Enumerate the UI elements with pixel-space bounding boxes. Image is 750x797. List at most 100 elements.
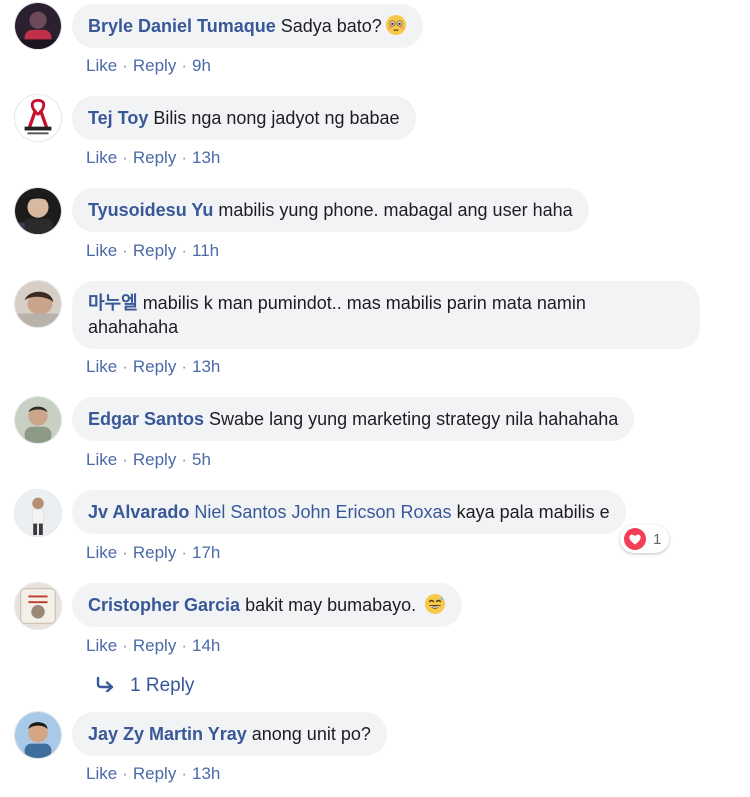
comment-actions: Like · Reply · 13h [86, 764, 220, 784]
separator: · [181, 543, 187, 562]
comment-actions: Like · Reply · 13h [86, 148, 220, 168]
reply-link[interactable]: Reply [133, 764, 176, 783]
comment-bubble: Tej Toy Bilis nga nong jadyot ng babae [72, 96, 416, 140]
avatar[interactable] [14, 187, 62, 235]
separator: · [181, 764, 187, 783]
comment-actions: Like · Reply · 9h [86, 56, 211, 76]
comment-text: Sadya bato? [280, 16, 382, 36]
comment-bubble: 마누엘 mabilis k man pumindot.. mas mabilis … [72, 281, 700, 349]
reaction-count: 1 [653, 530, 662, 548]
reply-link[interactable]: Reply [133, 450, 176, 469]
comment-text: mabilis k man pumindot.. mas mabilis par… [142, 293, 586, 313]
avatar-photo [15, 3, 61, 49]
comment-text: kaya pala mabilis e [456, 502, 610, 522]
view-replies-label: 1 Reply [130, 675, 195, 696]
avatar[interactable] [14, 396, 62, 444]
avatar[interactable] [14, 2, 62, 50]
avatar-photo [15, 281, 61, 327]
separator: · [122, 56, 128, 75]
reaction-summary[interactable]: 1 [620, 525, 670, 553]
comment-author[interactable]: Tyusoidesu Yu [88, 200, 213, 220]
comment-actions: Like · Reply · 17h [86, 543, 220, 563]
comment-bubble: Bryle Daniel Tumaque Sadya bato? [72, 4, 423, 48]
separator: · [181, 56, 187, 75]
comment-author[interactable]: Jay Zy Martin Yray [88, 724, 247, 744]
like-link[interactable]: Like [86, 636, 117, 655]
reply-link[interactable]: Reply [133, 56, 176, 75]
comment-timestamp[interactable]: 11h [192, 241, 219, 260]
avatar[interactable] [14, 280, 62, 328]
comment-bubble: Tyusoidesu Yu mabilis yung phone. mabagal… [72, 188, 589, 232]
separator: · [181, 241, 187, 260]
like-link[interactable]: Like [86, 357, 117, 376]
avatar-photo [15, 188, 61, 234]
separator: · [181, 450, 187, 469]
grinning-sweat-emoji-icon [424, 593, 446, 615]
avatar[interactable] [14, 489, 62, 537]
comment-timestamp[interactable]: 13h [192, 764, 220, 783]
comment-text: mabilis yung phone. mabagal ang user hah… [218, 200, 573, 220]
comment-text: anong unit po? [251, 724, 371, 744]
reply-link[interactable]: Reply [133, 543, 176, 562]
comment-text: Swabe lang yung marketing strategy nila … [209, 409, 619, 429]
separator: · [122, 543, 128, 562]
avatar-photo [15, 397, 61, 443]
separator: · [122, 357, 128, 376]
separator: · [122, 148, 128, 167]
separator: · [181, 148, 187, 167]
comment-text: bakit may bumabayo. [245, 595, 417, 615]
reply-link[interactable]: Reply [133, 636, 176, 655]
comment-bubble: Jay Zy Martin Yray anong unit po? [72, 712, 387, 756]
comment-bubble: Cristopher Garcia bakit may bumabayo. [72, 583, 463, 627]
comment-timestamp[interactable]: 13h [192, 148, 220, 167]
flushed-face-emoji-icon [385, 14, 407, 36]
like-link[interactable]: Like [86, 56, 117, 75]
reply-link[interactable]: Reply [133, 241, 176, 260]
comment-author[interactable]: Bryle Daniel Tumaque [88, 16, 276, 36]
separator: · [181, 636, 187, 655]
comment-text-continued: ahahahaha [88, 317, 179, 337]
avatar[interactable] [14, 94, 62, 142]
separator: · [122, 450, 128, 469]
avatar[interactable] [14, 711, 62, 759]
mention-link[interactable]: John Ericson Roxas [291, 502, 451, 522]
comment-thread: Bryle Daniel Tumaque Sadya bato? Like · Rep… [0, 0, 750, 797]
like-link[interactable]: Like [86, 764, 117, 783]
like-link[interactable]: Like [86, 148, 117, 167]
comment-bubble: Jv Alvarado Niel Santos John Ericson Roxa… [72, 490, 626, 534]
separator: · [122, 636, 128, 655]
separator: · [122, 241, 128, 260]
like-link[interactable]: Like [86, 450, 117, 469]
avatar-photo [15, 583, 61, 629]
comment-author[interactable]: Jv Alvarado [88, 502, 189, 522]
comment-author[interactable]: Tej Toy [88, 108, 148, 128]
comment-actions: Like · Reply · 13h [86, 357, 220, 377]
avatar-photo [15, 712, 61, 758]
comment-actions: Like · Reply · 5h [86, 450, 211, 470]
comment-timestamp[interactable]: 5h [192, 450, 211, 469]
view-replies-link[interactable]: 1 Reply [96, 674, 194, 698]
comment-bubble: Edgar Santos Swabe lang yung marketing st… [72, 397, 635, 441]
mention-link[interactable]: Niel Santos [194, 502, 286, 522]
comment-timestamp[interactable]: 13h [192, 357, 220, 376]
separator: · [181, 357, 187, 376]
reply-link[interactable]: Reply [133, 148, 176, 167]
avatar[interactable] [14, 582, 62, 630]
love-heart-icon [624, 528, 646, 550]
comment-timestamp[interactable]: 14h [192, 636, 220, 655]
avatar-photo [15, 490, 61, 536]
avatar-photo [15, 95, 61, 141]
comment-author[interactable]: Edgar Santos [88, 409, 204, 429]
comment-text: Bilis nga nong jadyot ng babae [153, 108, 400, 128]
separator: · [122, 764, 128, 783]
reply-arrow-icon [96, 676, 114, 692]
comment-timestamp[interactable]: 9h [192, 56, 211, 75]
comment-actions: Like · Reply · 14h [86, 636, 220, 656]
reply-link[interactable]: Reply [133, 357, 176, 376]
like-link[interactable]: Like [86, 543, 117, 562]
comment-actions: Like · Reply · 11h [86, 241, 219, 261]
like-link[interactable]: Like [86, 241, 117, 260]
comment-author[interactable]: 마누엘 [88, 293, 138, 313]
comment-author[interactable]: Cristopher Garcia [88, 595, 240, 615]
comment-timestamp[interactable]: 17h [192, 543, 220, 562]
